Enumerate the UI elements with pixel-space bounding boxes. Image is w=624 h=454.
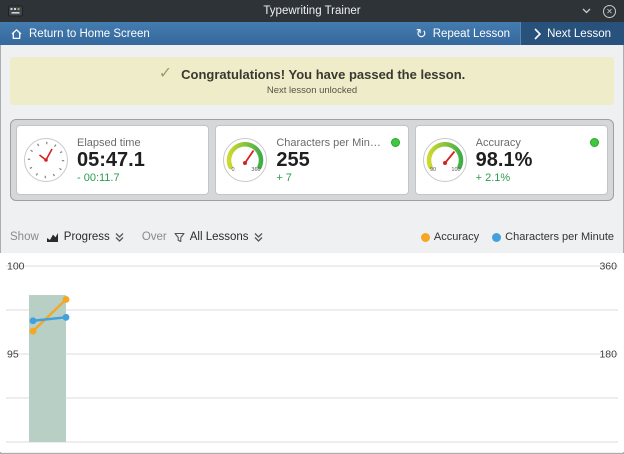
show-label: Show: [10, 231, 39, 243]
check-icon: ✓: [159, 66, 172, 82]
elapsed-time-delta: - 00:11.7: [77, 172, 200, 184]
svg-text:90: 90: [430, 167, 436, 173]
home-icon: [10, 28, 23, 40]
graph-filter-row: Show Progress Over All Lessons Accuracy …: [10, 227, 614, 247]
progress-chart-area: 100 95 360 180: [0, 253, 624, 452]
repeat-lesson-button[interactable]: ↻ Repeat Lesson: [406, 22, 520, 45]
show-value: Progress: [64, 231, 110, 243]
close-icon[interactable]: ✕: [603, 5, 616, 18]
repeat-lesson-label: Repeat Lesson: [433, 28, 510, 40]
cpm-value: 255: [276, 149, 399, 172]
return-home-button[interactable]: Return to Home Screen: [0, 22, 160, 45]
svg-text:100: 100: [7, 261, 25, 273]
next-lesson-label: Next Lesson: [547, 28, 611, 40]
elapsed-time-label: Elapsed time: [77, 137, 200, 149]
legend-item-cpm: Characters per Minute: [492, 231, 614, 243]
pass-message-title: Congratulations! You have passed the les…: [181, 67, 465, 82]
return-home-label: Return to Home Screen: [29, 28, 150, 40]
legend-item-accuracy: Accuracy: [421, 231, 479, 243]
svg-text:180: 180: [599, 349, 617, 361]
accuracy-status-dot: [590, 138, 599, 147]
svg-text:100: 100: [451, 167, 460, 173]
lessons-filter-value: All Lessons: [190, 231, 249, 243]
svg-text:360: 360: [599, 261, 617, 273]
svg-text:0: 0: [232, 167, 235, 173]
progress-chart: 100 95 360 180: [0, 253, 624, 452]
chart-legend: Accuracy Characters per Minute: [421, 231, 614, 243]
accuracy-legend-dot: [421, 233, 430, 242]
accuracy-card: 90 100 Accuracy 98.1% + 2.1%: [415, 125, 608, 195]
cpm-card: 0 360 Characters per Min… 255 + 7: [215, 125, 408, 195]
over-label: Over: [142, 231, 167, 243]
accuracy-gauge-icon: 90 100: [422, 137, 468, 183]
expander-icon: [254, 232, 263, 242]
cpm-status-dot: [391, 138, 400, 147]
repeat-icon: ↻: [416, 27, 427, 40]
accuracy-value: 98.1%: [476, 149, 599, 172]
window-menu-icon[interactable]: [582, 8, 591, 14]
cpm-label: Characters per Min…: [276, 137, 386, 149]
filter-funnel-icon: [174, 232, 185, 243]
pass-message-subtitle: Next lesson unlocked: [267, 85, 357, 96]
window-title: Typewriting Trainer: [0, 5, 624, 17]
elapsed-time-card: Elapsed time 05:47.1 - 00:11.7: [16, 125, 209, 195]
speed-gauge-icon: 0 360: [222, 137, 268, 183]
svg-text:95: 95: [7, 349, 19, 361]
accuracy-delta: + 2.1%: [476, 172, 599, 184]
show-combobox[interactable]: Progress: [46, 231, 124, 243]
next-arrow-icon: [534, 28, 541, 40]
accuracy-label: Accuracy: [476, 137, 586, 149]
next-lesson-button[interactable]: Next Lesson: [520, 22, 624, 45]
toolbar: Return to Home Screen ↻ Repeat Lesson Ne…: [0, 22, 624, 45]
clock-icon: [23, 137, 69, 183]
cpm-legend-dot: [492, 233, 501, 242]
pass-message-banner: ✓ Congratulations! You have passed the l…: [10, 57, 614, 105]
elapsed-time-value: 05:47.1: [77, 149, 200, 172]
lessons-filter-combobox[interactable]: All Lessons: [174, 231, 263, 243]
expander-icon: [115, 232, 124, 242]
cpm-delta: + 7: [276, 172, 399, 184]
stats-bar: Elapsed time 05:47.1 - 00:11.7 0 360 Cha…: [10, 119, 614, 201]
titlebar: Typewriting Trainer ✕: [0, 0, 624, 22]
progress-chart-icon: [46, 232, 59, 243]
svg-text:360: 360: [252, 167, 261, 173]
